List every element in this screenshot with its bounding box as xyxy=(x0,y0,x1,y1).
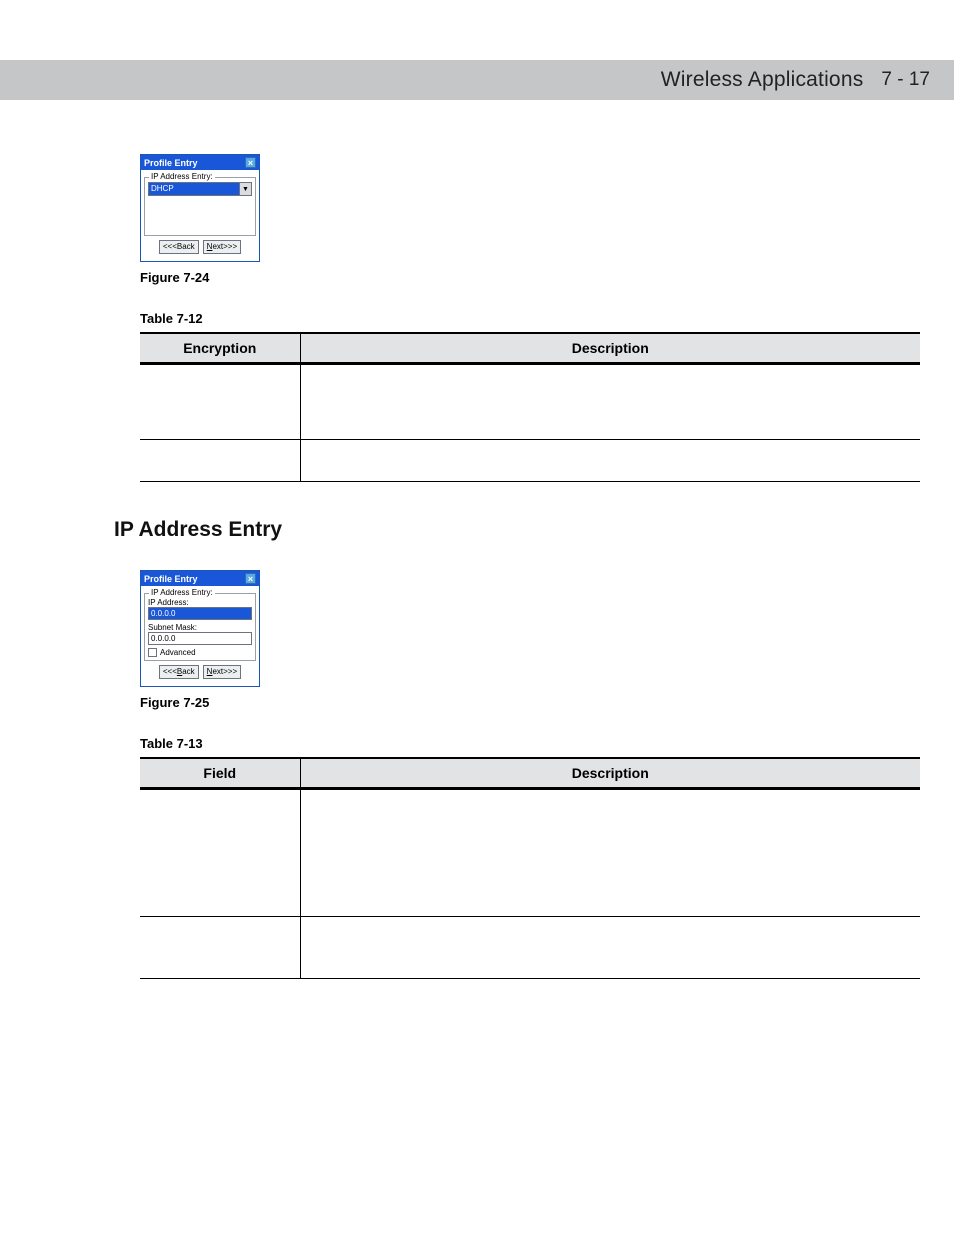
spacer xyxy=(148,196,252,232)
ip-address-entry-group: IP Address Entry: DHCP ▼ xyxy=(144,177,256,236)
col-header-encryption: Encryption xyxy=(140,333,300,364)
table-cell xyxy=(300,440,920,482)
next-button[interactable]: Next>>> xyxy=(203,240,241,254)
table-7-13-caption: Table 7-13 xyxy=(140,736,934,751)
table-cell xyxy=(140,364,300,440)
table-row xyxy=(140,364,920,440)
ip-mode-select[interactable]: DHCP ▼ xyxy=(148,182,252,196)
table-7-12: Encryption Description xyxy=(140,332,920,482)
section-heading-ip-address-entry: IP Address Entry xyxy=(114,518,934,542)
col-header-description: Description xyxy=(300,333,920,364)
ip-address-label: IP Address: xyxy=(148,598,252,607)
table-header-row: Encryption Description xyxy=(140,333,920,364)
table-row xyxy=(140,440,920,482)
group-legend: IP Address Entry: xyxy=(149,588,215,597)
advanced-checkbox[interactable] xyxy=(148,648,157,657)
window-body: IP Address Entry: IP Address: 0.0.0.0 Su… xyxy=(141,586,259,686)
header-page-number: 7 - 17 xyxy=(881,69,930,91)
table-cell xyxy=(140,789,300,917)
header-band: Wireless Applications 7 - 17 xyxy=(0,60,954,100)
subnet-mask-label: Subnet Mask: xyxy=(148,623,252,632)
back-button[interactable]: <<<Back xyxy=(159,240,199,254)
close-icon[interactable]: × xyxy=(245,157,256,168)
figure-7-25-caption: Figure 7-25 xyxy=(140,695,934,710)
advanced-label: Advanced xyxy=(160,648,196,657)
ip-mode-select-value: DHCP xyxy=(149,183,239,195)
chevron-down-icon[interactable]: ▼ xyxy=(239,183,251,195)
window-titlebar: Profile Entry × xyxy=(141,571,259,586)
page-content: Profile Entry × IP Address Entry: DHCP ▼… xyxy=(0,98,954,1029)
subnet-mask-field[interactable]: 0.0.0.0 xyxy=(148,632,252,645)
table-header-row: Field Description xyxy=(140,758,920,789)
header-title: Wireless Applications xyxy=(661,68,864,92)
col-header-description: Description xyxy=(300,758,920,789)
table-row xyxy=(140,917,920,979)
next-button[interactable]: Next>>> xyxy=(203,665,241,679)
table-7-12-caption: Table 7-12 xyxy=(140,311,934,326)
ip-address-field[interactable]: 0.0.0.0 xyxy=(148,607,252,620)
profile-entry-window-static: Profile Entry × IP Address Entry: IP Add… xyxy=(140,570,260,687)
table-cell xyxy=(300,364,920,440)
window-title-text: Profile Entry xyxy=(144,158,198,168)
table-cell xyxy=(140,917,300,979)
window-titlebar: Profile Entry × xyxy=(141,155,259,170)
back-button[interactable]: <<<Back xyxy=(159,665,199,679)
advanced-row: Advanced xyxy=(148,648,252,657)
table-cell xyxy=(300,917,920,979)
profile-entry-window-dhcp: Profile Entry × IP Address Entry: DHCP ▼… xyxy=(140,154,260,262)
col-header-field: Field xyxy=(140,758,300,789)
page-header: Wireless Applications 7 - 17 xyxy=(0,0,954,98)
window-title-text: Profile Entry xyxy=(144,574,198,584)
table-row xyxy=(140,789,920,917)
close-icon[interactable]: × xyxy=(245,573,256,584)
group-legend: IP Address Entry: xyxy=(149,172,215,181)
window-body: IP Address Entry: DHCP ▼ <<<Back Next>>> xyxy=(141,170,259,261)
figure-7-24-caption: Figure 7-24 xyxy=(140,270,934,285)
table-cell xyxy=(140,440,300,482)
ip-address-entry-group: IP Address Entry: IP Address: 0.0.0.0 Su… xyxy=(144,593,256,661)
table-cell xyxy=(300,789,920,917)
table-7-13: Field Description xyxy=(140,757,920,979)
button-row: <<<Back Next>>> xyxy=(144,236,256,258)
button-row: <<<Back Next>>> xyxy=(144,661,256,683)
